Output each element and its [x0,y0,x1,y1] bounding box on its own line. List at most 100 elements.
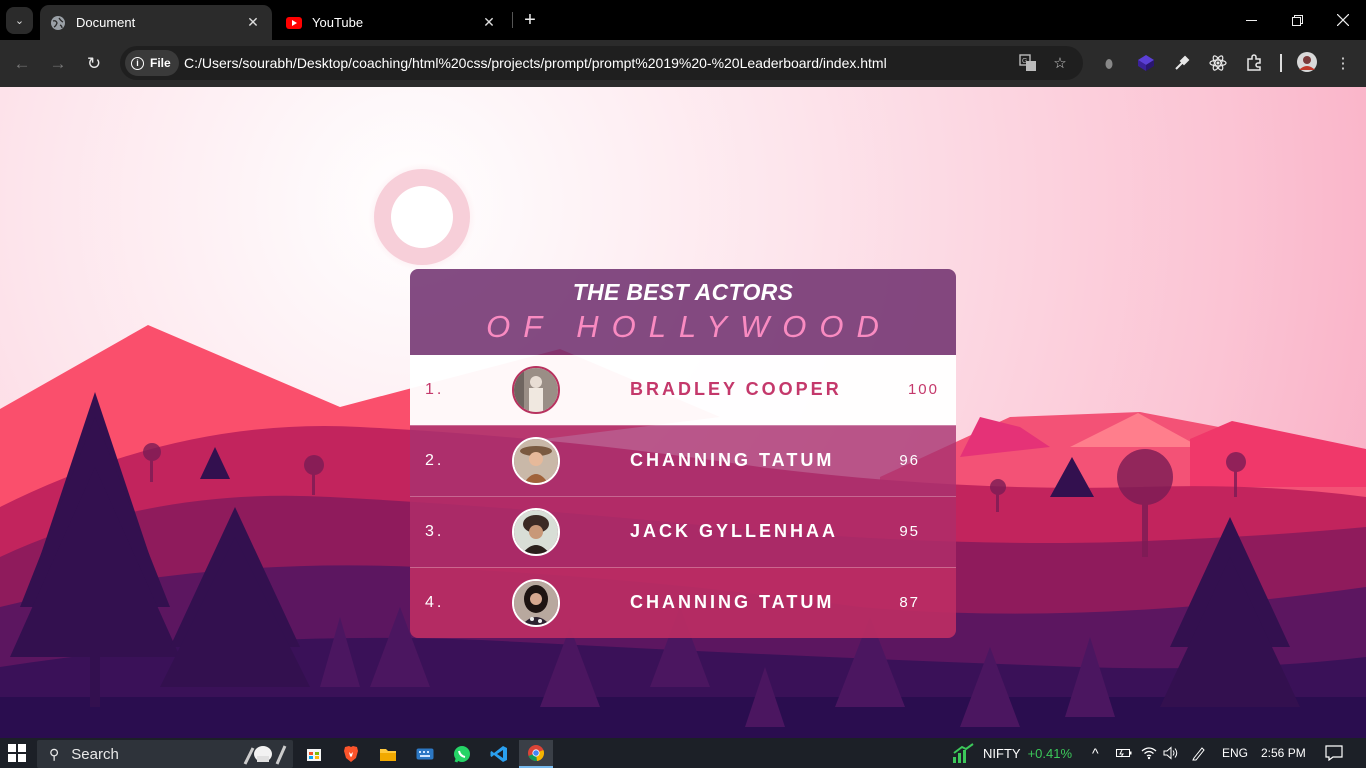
rank-number: 3. [425,523,445,540]
actor-avatar [512,508,560,556]
leaderboard-row[interactable]: 4. CHANNING TATUM 87 [410,567,956,638]
leaderboard-title: THE BEST ACTORS [572,279,794,305]
reload-button[interactable]: ↻ [80,50,108,78]
tab-title: YouTube [312,15,364,30]
store-icon [307,749,321,761]
tab-search-button[interactable]: ⌄ [6,7,33,34]
browser-toolbar: ← → ↻ i File C:/Users/sourabh/Desktop/co… [0,40,1366,87]
page-viewport: THE BEST ACTORS OF HOLLYWOOD 1. BRADLEY … [0,87,1366,738]
chevron-down-icon: ⌄ [14,15,25,27]
notification-icon[interactable] [1325,738,1343,768]
tray-overflow-chevron[interactable]: ^ [1092,738,1099,768]
clock-time: 2:56 PM [1261,746,1306,760]
site-info-chip[interactable]: i File [125,50,179,76]
minimize-button[interactable] [1228,0,1274,40]
close-window-button[interactable] [1320,0,1366,40]
globe-icon [50,15,66,31]
taskbar-app-vscode[interactable] [482,740,516,768]
leaderboard-row[interactable]: 1. BRADLEY COOPER 100 [410,355,956,425]
close-icon[interactable]: ✕ [480,14,498,32]
restore-button[interactable] [1274,0,1320,40]
eyedropper-icon[interactable] [1171,52,1193,74]
leaderboard-card: THE BEST ACTORS OF HOLLYWOOD 1. BRADLEY … [410,269,956,638]
tab-youtube[interactable]: YouTube ✕ [276,5,508,40]
taskbar-app-brave[interactable] [334,740,368,768]
actor-score: 87 [899,594,920,611]
tab-document[interactable]: Document ✕ [40,5,272,40]
toolbar-separator [1280,54,1282,72]
language-label: ENG [1222,746,1249,760]
search-highlight-icon [241,742,287,768]
actor-name: CHANNING TATUM [630,592,835,612]
battery-icon[interactable] [1116,738,1132,768]
windows-logo-icon [8,744,26,762]
pen-icon[interactable] [1191,738,1207,768]
actor-score: 96 [899,452,920,469]
vscode-icon [490,746,507,762]
address-bar[interactable]: i File C:/Users/sourabh/Desktop/coaching… [120,46,1083,80]
actor-name: CHANNING TATUM [630,450,835,470]
site-chip-label: File [150,56,171,70]
svg-text:G: G [1022,58,1027,65]
extensions-puzzle-icon[interactable] [1243,52,1265,74]
wifi-icon[interactable] [1141,738,1157,768]
actor-avatar [512,437,560,485]
actor-score: 100 [907,381,939,398]
youtube-icon [286,15,302,31]
arrow-left-icon: ← [13,54,31,73]
reload-icon: ↻ [86,54,102,73]
taskbar-app-store[interactable] [297,740,331,768]
nifty-change: +0.41% [1027,745,1073,761]
search-icon: ⚲ [49,745,60,762]
profile-avatar[interactable] [1296,51,1318,73]
taskbar-app-keyboard[interactable] [408,740,442,768]
brave-icon [344,746,358,762]
rank-number: 2. [425,452,445,469]
forward-button[interactable]: → [44,50,72,78]
actor-score: 95 [899,523,920,540]
actor-name: JACK GYLLENHAA [630,521,839,541]
tab-strip: ⌄ Document ✕ YouTube ✕ + [0,0,1366,40]
bookmark-star-icon[interactable]: ☆ [1050,53,1070,73]
folder-icon [380,749,396,761]
leaderboard-subtitle: OF HOLLYWOOD [486,309,892,344]
keyboard-icon [416,748,434,760]
whatsapp-icon [454,746,470,763]
arrow-right-icon: → [49,54,67,73]
nifty-widget[interactable]: NIFTY +0.41% [952,738,1072,768]
stock-chart-icon [953,743,974,763]
info-icon: i [131,56,144,70]
rank-number: 1. [425,381,445,398]
nifty-label: NIFTY [983,745,1021,761]
rank-number: 4. [425,594,445,611]
close-icon[interactable]: ✕ [244,14,262,32]
language-indicator[interactable]: ENG [1222,738,1248,768]
taskbar-app-whatsapp[interactable] [445,740,479,768]
url-text[interactable]: C:/Users/sourabh/Desktop/coaching/html%2… [184,55,887,71]
menu-kebab-icon[interactable]: ⋮ [1332,52,1354,74]
actor-name: BRADLEY COOPER [630,379,842,399]
taskbar-app-chrome[interactable] [519,740,553,768]
tab-title: Document [76,15,136,30]
back-button[interactable]: ← [8,50,36,78]
react-devtools-icon[interactable] [1207,52,1229,74]
chevron-up-icon: ^ [1092,745,1099,761]
windows-start-button[interactable] [8,744,26,762]
leaderboard-row[interactable]: 2. CHANNING TATUM 96 [410,425,956,496]
taskbar-search-label: Search [71,745,119,763]
chrome-icon [528,745,545,762]
clock[interactable]: 2:56 PM [1261,738,1306,768]
taskbar-search[interactable]: ⚲ Search [37,740,293,768]
windows-taskbar: ⚲ Search NIFTY +0.41% ^ ENG 2:56 PM [0,738,1366,768]
extension-dot-icon[interactable] [1098,52,1120,74]
new-tab-button[interactable]: + [518,8,542,32]
leaderboard-header: THE BEST ACTORS OF HOLLYWOOD [410,269,956,355]
tab-separator [512,12,513,28]
leaderboard-row[interactable]: 3. JACK GYLLENHAA 95 [410,496,956,567]
actor-avatar [512,366,560,414]
actor-avatar [512,579,560,627]
extension-cube-icon[interactable] [1135,52,1157,74]
translate-icon[interactable]: G [1018,53,1038,73]
volume-icon[interactable] [1163,738,1179,768]
taskbar-app-file-explorer[interactable] [371,740,405,768]
